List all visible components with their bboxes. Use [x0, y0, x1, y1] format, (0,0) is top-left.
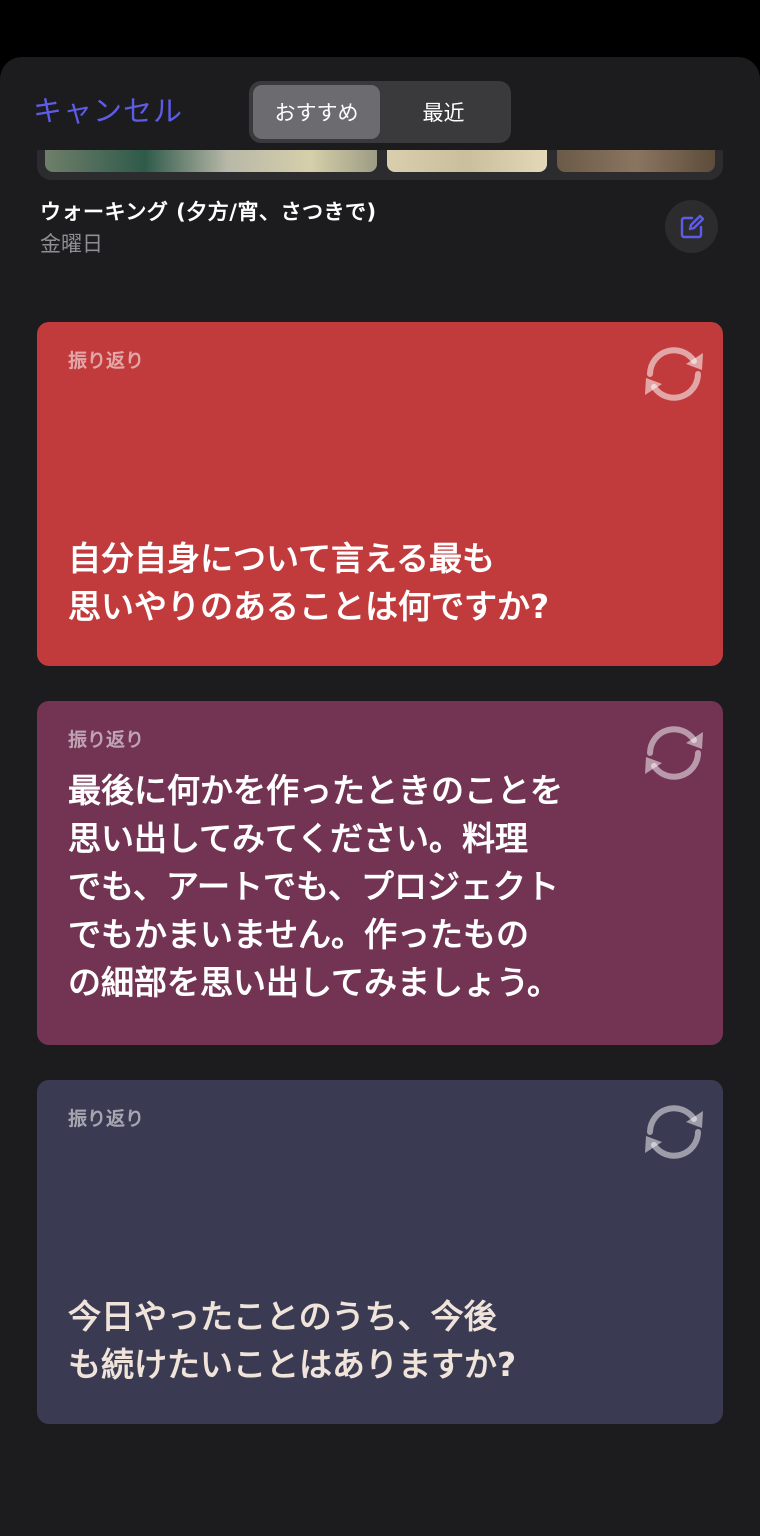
- entry-title: ウォーキング (夕方/宵、さつきで): [40, 200, 377, 224]
- segment-recommended[interactable]: おすすめ: [253, 85, 380, 139]
- prompt-category: 振り返り: [68, 729, 145, 751]
- photo-thumbnail[interactable]: [557, 150, 715, 172]
- prompt-category: 振り返り: [68, 1108, 145, 1130]
- segmented-control: おすすめ 最近: [249, 81, 511, 143]
- prompt-question: 今日やったことのうち、今後 も続けたいことはありますか?: [68, 1297, 517, 1384]
- prompt-question: 最後に何かを作ったときのことを 思い出してみてください。料理 でも、アートでも、…: [68, 771, 563, 1002]
- cancel-button[interactable]: キャンセル: [33, 90, 183, 132]
- edit-entry-button[interactable]: [665, 200, 718, 253]
- prompt-card[interactable]: 振り返り 自分自身について言える最も 思いやりのあることは何ですか?: [37, 322, 723, 666]
- prompt-card[interactable]: 振り返り 最後に何かを作ったときのことを 思い出してみてください。料理 でも、ア…: [37, 701, 723, 1045]
- prompt-card[interactable]: 振り返り 今日やったことのうち、今後 も続けたいことはありますか?: [37, 1080, 723, 1424]
- refresh-icon[interactable]: [640, 1102, 708, 1162]
- prompt-category: 振り返り: [68, 350, 145, 372]
- refresh-icon[interactable]: [640, 344, 708, 404]
- entry-date: 金曜日: [40, 232, 103, 256]
- prompt-question: 自分自身について言える最も 思いやりのあることは何ですか?: [68, 539, 550, 626]
- photo-strip[interactable]: [37, 150, 723, 180]
- photo-thumbnail[interactable]: [387, 150, 547, 172]
- edit-icon: [680, 214, 704, 238]
- photo-thumbnail[interactable]: [45, 150, 377, 172]
- segment-recent[interactable]: 最近: [380, 85, 507, 139]
